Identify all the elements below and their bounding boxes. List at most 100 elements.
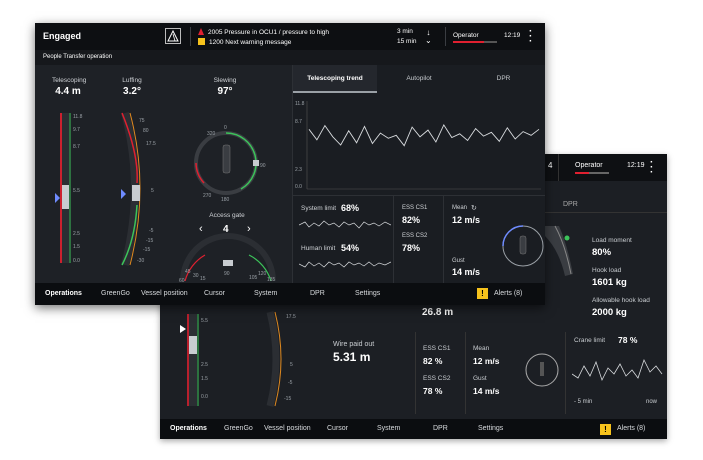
alarm-1-text: 2005 Pressure in OCU1 / pressure to high — [208, 29, 330, 36]
hook-load-value: 1601 kg — [592, 277, 627, 288]
operator-label[interactable]: Operator — [453, 32, 479, 39]
slew-tick: 180 — [221, 197, 230, 203]
panel-tabs: Telescoping trend Autopilot DPR — [293, 65, 545, 93]
back-luff-tick: -5 — [288, 380, 293, 386]
nav-cursor[interactable]: Cursor — [327, 425, 348, 432]
operation-bar: People Transfer operation — [35, 50, 545, 65]
alerts-button[interactable]: Alerts (8) — [617, 425, 645, 432]
operator-bar — [575, 172, 609, 174]
back-luff-tick: 5 — [290, 362, 293, 368]
human-limit-label: Human limit — [301, 245, 336, 252]
ess-cs1-label: ESS CS1 — [423, 345, 451, 352]
access-gate-label: Access gate — [209, 212, 245, 219]
crane-limit-left-label: - 5 min — [574, 399, 593, 405]
nav-operations[interactable]: Operations — [45, 290, 82, 297]
back-bottom-nav: Operations GreenGo Vessel position Curso… — [160, 419, 667, 439]
gate-tick: 30 — [193, 273, 199, 279]
warning-icon: ! — [600, 424, 611, 435]
nav-greengo[interactable]: GreenGo — [101, 290, 130, 297]
header-divider — [445, 27, 446, 46]
header-fragment-text: 4 — [548, 161, 553, 170]
back-header: Operator 12:19 · · · — [545, 154, 667, 181]
nav-vessel-position[interactable]: Vessel position — [264, 425, 311, 432]
luff-tick: -15 — [143, 247, 150, 253]
alarm-row-1[interactable]: 2005 Pressure in OCU1 / pressure to high — [198, 28, 329, 36]
back-tab-row: DPR — [545, 199, 667, 213]
crane-limit-value: 78 % — [618, 335, 638, 345]
trend-ytick: 11.8 — [295, 101, 305, 107]
hook-load-label: Hook load — [592, 267, 622, 274]
gate-tick: 45 — [185, 269, 191, 275]
clock: 12:19 — [627, 162, 645, 169]
luff-tick: 17.5 — [146, 141, 156, 147]
gust-value: 14 m/s — [473, 386, 500, 396]
load-moment-label: Load moment — [592, 237, 632, 244]
human-limit-value: 54% — [341, 243, 360, 253]
wire-label: Wire paid out — [333, 341, 375, 348]
ess-cs2-value: 78% — [402, 243, 421, 253]
gust-value: 14 m/s — [452, 267, 481, 277]
luff-tick: 80 — [143, 128, 149, 134]
alerts-button[interactable]: Alerts (8) — [494, 290, 522, 297]
warning-amber-icon — [198, 38, 205, 45]
luffing-gauge: 75 80 17.5 5 -5 -15 -15 -30 — [121, 111, 156, 267]
tab-telescoping-trend[interactable]: Telescoping trend — [293, 65, 377, 93]
alarm-row-2[interactable]: 1200 Next warning message — [198, 38, 291, 46]
back-ess-cell: ESS CS1 82 % ESS CS2 78 % — [415, 332, 465, 414]
nav-system[interactable]: System — [254, 290, 277, 297]
chevron-left-icon[interactable]: ‹ — [199, 223, 203, 235]
nav-cursor[interactable]: Cursor — [204, 290, 225, 297]
alarm-1-time: 3 min — [397, 28, 413, 35]
ess-cs1-value: 82% — [402, 215, 421, 225]
tele-tick: 5.5 — [73, 188, 80, 194]
tab-dpr[interactable]: DPR — [563, 201, 578, 208]
clock: 12:19 — [504, 32, 521, 39]
bottom-nav: Operations GreenGo Vessel position Curso… — [35, 283, 545, 305]
main-screen: Engaged 2005 Pressure in OCU1 / pressure… — [35, 23, 545, 305]
operator-label[interactable]: Operator — [575, 162, 603, 169]
operation-label: People Transfer operation — [43, 54, 113, 60]
expand-alarms-icon[interactable]: ↓ ⌄ — [425, 29, 432, 45]
nav-dpr[interactable]: DPR — [310, 290, 325, 297]
nav-vessel-position[interactable]: Vessel position — [141, 290, 188, 297]
chevron-right-icon[interactable]: › — [247, 223, 251, 235]
warning-icon: ! — [477, 288, 488, 299]
tele-tick: 9.7 — [73, 127, 80, 133]
crane-limit-sparkline — [572, 358, 663, 382]
crane-limit-label: Crane limit — [574, 337, 606, 344]
slewing-gauge: 0 90 180 270 320 — [194, 125, 266, 203]
crane-limit-right-label: now — [646, 399, 658, 405]
luff-tick: -5 — [149, 228, 154, 234]
allowable-load-label: Allowable hook load — [592, 297, 650, 304]
nav-system[interactable]: System — [377, 425, 400, 432]
slew-tick: 270 — [203, 193, 212, 199]
nav-dpr[interactable]: DPR — [433, 425, 448, 432]
nav-operations[interactable]: Operations — [170, 425, 207, 432]
mean-label: Mean — [473, 345, 490, 352]
nav-settings[interactable]: Settings — [478, 425, 503, 432]
alarm-red-icon — [198, 28, 204, 35]
partial-value: 26.8 m — [422, 307, 454, 318]
luff-tick: 5 — [151, 188, 154, 194]
tele-tick: 11.8 — [73, 114, 83, 120]
refresh-icon[interactable]: ↻ — [471, 204, 477, 212]
mean-value: 12 m/s — [473, 356, 500, 366]
load-moment-value: 80% — [592, 247, 612, 258]
crane-mode-icon[interactable] — [165, 28, 181, 44]
engaged-status: Engaged — [43, 31, 82, 41]
access-gate-value: 4 — [223, 224, 229, 235]
allowable-load-value: 2000 kg — [592, 307, 627, 318]
telescoping-gauge: 11.8 9.7 8.7 5.5 2.5 1.5 0.0 — [55, 113, 83, 264]
ess-cs1-value: 82 % — [423, 356, 443, 366]
luff-tick: -30 — [137, 258, 144, 264]
limits-cell: System limit 68% Human limit 54% — [293, 195, 393, 283]
more-menu-icon[interactable]: · · · — [529, 27, 532, 47]
tab-autopilot[interactable]: Autopilot — [377, 65, 461, 93]
nav-settings[interactable]: Settings — [355, 290, 380, 297]
back-luff-tick: -15 — [284, 396, 291, 402]
gauges-graphic: 11.8 9.7 8.7 5.5 2.5 1.5 0.0 75 80 17.5 … — [55, 111, 276, 283]
nav-greengo[interactable]: GreenGo — [224, 425, 253, 432]
tab-dpr[interactable]: DPR — [461, 65, 545, 93]
more-menu-icon[interactable]: · · · — [650, 158, 653, 178]
trend-series-line — [308, 123, 540, 147]
